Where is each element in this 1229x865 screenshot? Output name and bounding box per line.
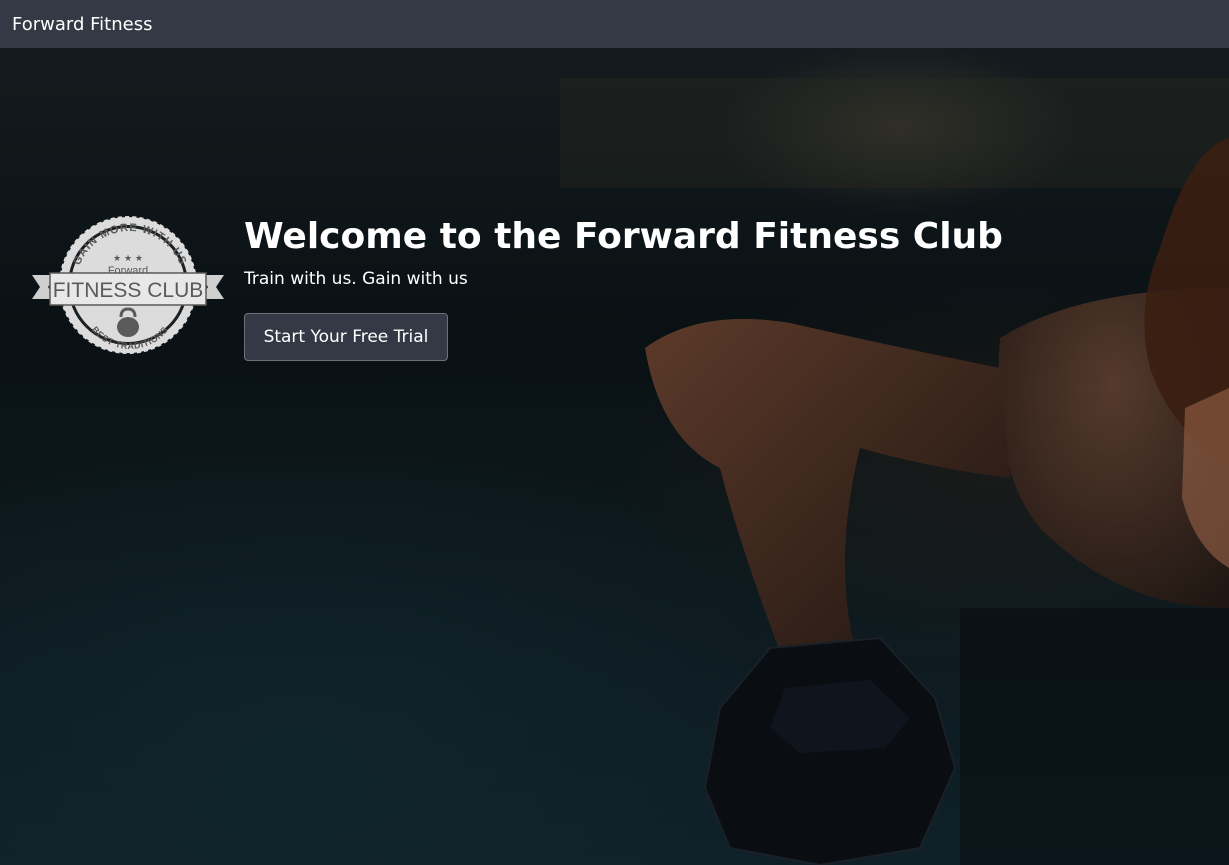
hero-section: GAIN MORE WITH US ★ ★ ★ Forward FITNESS … bbox=[0, 48, 1229, 865]
start-free-trial-button[interactable]: Start Your Free Trial bbox=[244, 313, 448, 361]
hero-subtitle: Train with us. Gain with us bbox=[244, 269, 468, 289]
logo-star-row: ★ ★ ★ bbox=[113, 254, 143, 264]
logo-main-text: FITNESS CLUB bbox=[53, 279, 204, 302]
hero-text: Welcome to the Forward Fitness Club Trai… bbox=[244, 214, 1003, 290]
hero-title: Welcome to the Forward Fitness Club bbox=[244, 216, 1003, 257]
hero-background-image bbox=[560, 78, 1229, 865]
brand-link[interactable]: Forward Fitness bbox=[12, 14, 152, 35]
fitness-club-logo: GAIN MORE WITH US ★ ★ ★ Forward FITNESS … bbox=[32, 216, 224, 354]
navbar: Forward Fitness bbox=[0, 0, 1229, 48]
